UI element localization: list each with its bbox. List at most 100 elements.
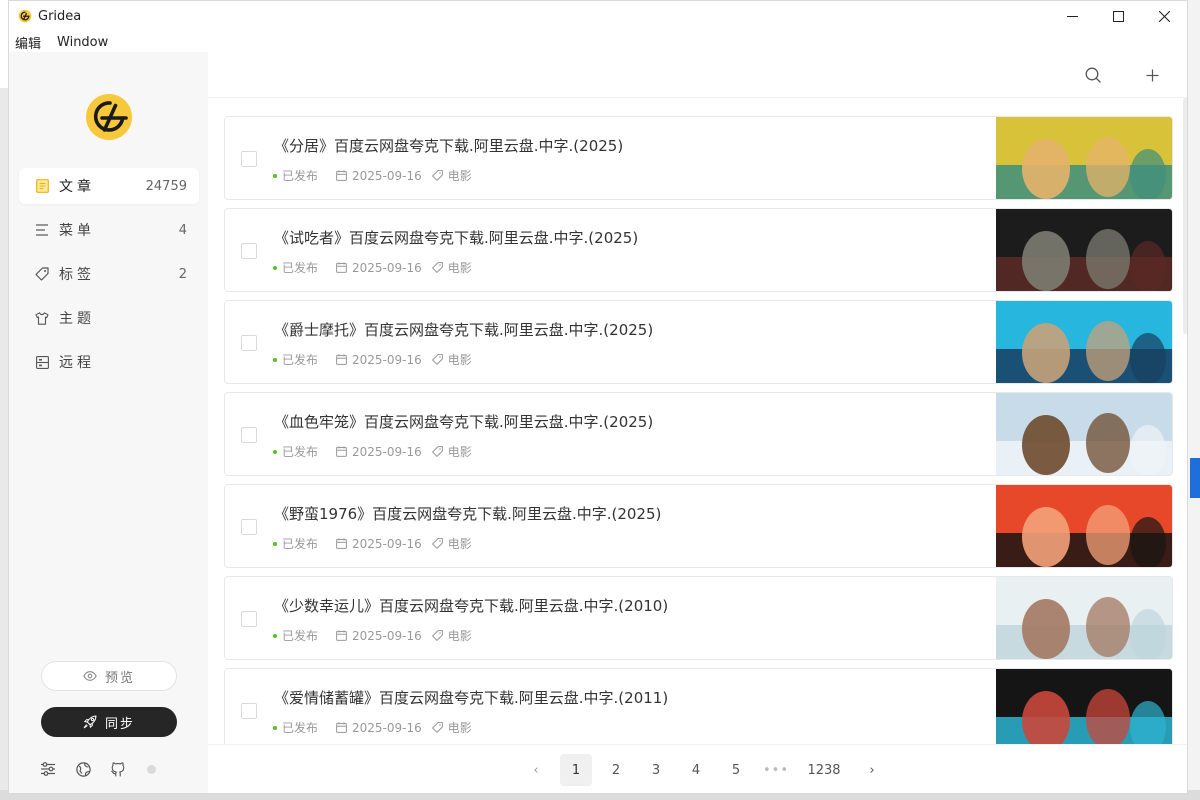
post-title[interactable]: 《分居》百度云网盘夸克下载.阿里云盘.中字.(2025) xyxy=(274,135,623,156)
sidebar-item-themes[interactable]: 主题 xyxy=(19,300,199,336)
post-status: 已发布 xyxy=(282,629,319,643)
post-list: 《分居》百度云网盘夸克下载.阿里云盘.中字.(2025) 已发布 2025-09… xyxy=(224,116,1173,760)
thumbnail-shape xyxy=(1130,149,1166,199)
post-checkbox[interactable] xyxy=(241,703,257,719)
post-checkbox[interactable] xyxy=(241,335,257,351)
globe-icon[interactable] xyxy=(74,760,92,778)
list-scrollbar[interactable] xyxy=(1183,98,1187,744)
post-meta: 已发布 2025-09-16 电影 xyxy=(273,167,472,184)
post-title[interactable]: 《野蛮1976》百度云网盘夸克下载.阿里云盘.中字.(2025) xyxy=(274,503,661,524)
post-title[interactable]: 《少数幸运儿》百度云网盘夸克下载.阿里云盘.中字.(2010) xyxy=(274,595,668,616)
search-icon[interactable] xyxy=(1084,66,1102,84)
plus-icon[interactable] xyxy=(1143,66,1161,84)
background-blue-mark xyxy=(1190,458,1200,498)
post-date: 2025-09-16 xyxy=(352,536,422,551)
page-button-last[interactable]: 1238 xyxy=(800,754,848,786)
preview-button[interactable]: 预览 xyxy=(41,661,177,691)
published-dot xyxy=(273,633,277,638)
post-card[interactable]: 《试吃者》百度云网盘夸克下载.阿里云盘.中字.(2025) 已发布 2025-0… xyxy=(224,208,1173,292)
post-checkbox[interactable] xyxy=(241,427,257,443)
post-card[interactable]: 《爵士摩托》百度云网盘夸克下载.阿里云盘.中字.(2025) 已发布 2025-… xyxy=(224,300,1173,384)
post-date: 2025-09-16 xyxy=(352,720,422,735)
main-content: 《分居》百度云网盘夸克下载.阿里云盘.中字.(2025) 已发布 2025-09… xyxy=(208,52,1187,793)
article-icon xyxy=(35,179,49,193)
tag-icon xyxy=(35,267,49,281)
post-tag: 电影 xyxy=(447,537,472,551)
sidebar-item-label: 文章 xyxy=(59,179,95,195)
page-button-4[interactable]: 4 xyxy=(680,754,712,786)
tag-icon xyxy=(431,722,443,733)
post-meta: 已发布 2025-09-16 电影 xyxy=(273,259,472,276)
page-button-2[interactable]: 2 xyxy=(600,754,632,786)
close-button[interactable] xyxy=(1141,1,1187,31)
post-card[interactable]: 《少数幸运儿》百度云网盘夸克下载.阿里云盘.中字.(2010) 已发布 2025… xyxy=(224,576,1173,660)
sidebar-item-label: 标签 xyxy=(59,267,95,283)
post-title[interactable]: 《试吃者》百度云网盘夸克下载.阿里云盘.中字.(2025) xyxy=(274,227,638,248)
tag-icon xyxy=(431,354,443,365)
post-title[interactable]: 《爵士摩托》百度云网盘夸克下载.阿里云盘.中字.(2025) xyxy=(274,319,653,340)
post-thumbnail xyxy=(996,301,1172,383)
thumbnail-shape xyxy=(1086,137,1130,197)
page-ellipsis[interactable]: ••• xyxy=(760,754,792,786)
github-icon[interactable] xyxy=(109,760,127,778)
sync-button[interactable]: 同步 xyxy=(41,707,177,737)
scrollbar-thumb[interactable] xyxy=(1183,98,1187,334)
thumbnail-shape xyxy=(1130,517,1166,567)
app-logo-icon xyxy=(18,9,32,23)
post-card[interactable]: 《分居》百度云网盘夸克下载.阿里云盘.中字.(2025) 已发布 2025-09… xyxy=(224,116,1173,200)
post-thumbnail xyxy=(996,669,1172,751)
post-status: 已发布 xyxy=(282,445,319,459)
post-meta: 已发布 2025-09-16 电影 xyxy=(273,627,472,644)
sync-label: 同步 xyxy=(104,716,135,732)
post-status: 已发布 xyxy=(282,537,319,551)
sidebar-item-articles[interactable]: 文章 24759 xyxy=(19,168,199,204)
app-window: Gridea 编辑 Window 文章 24759 菜单 4 标签 2 主题 远… xyxy=(8,0,1188,794)
maximize-button[interactable] xyxy=(1095,1,1141,31)
gridea-logo-icon xyxy=(86,94,132,140)
post-card[interactable]: 《血色牢笼》百度云网盘夸克下载.阿里云盘.中字.(2025) 已发布 2025-… xyxy=(224,392,1173,476)
menu-edit[interactable]: 编辑 xyxy=(15,33,41,52)
sidebar-item-tags[interactable]: 标签 2 xyxy=(19,256,199,292)
thumbnail-shape xyxy=(1022,599,1070,659)
minimize-icon xyxy=(1066,15,1078,17)
eye-icon xyxy=(83,671,97,681)
post-title[interactable]: 《爱情储蓄罐》百度云网盘夸克下载.阿里云盘.中字.(2011) xyxy=(274,687,668,708)
tag-icon xyxy=(431,262,443,273)
post-card[interactable]: 《野蛮1976》百度云网盘夸克下载.阿里云盘.中字.(2025) 已发布 202… xyxy=(224,484,1173,568)
post-checkbox[interactable] xyxy=(241,611,257,627)
post-date: 2025-09-16 xyxy=(352,168,422,183)
post-thumbnail xyxy=(996,485,1172,567)
menu-window[interactable]: Window xyxy=(57,35,108,50)
minimize-button[interactable] xyxy=(1049,1,1095,31)
published-dot xyxy=(273,357,277,362)
post-title[interactable]: 《血色牢笼》百度云网盘夸克下载.阿里云盘.中字.(2025) xyxy=(274,411,653,432)
post-meta: 已发布 2025-09-16 电影 xyxy=(273,351,472,368)
connection-status-dot xyxy=(147,764,156,774)
tag-icon xyxy=(431,630,443,641)
post-tag: 电影 xyxy=(447,353,472,367)
page-button-3[interactable]: 3 xyxy=(640,754,672,786)
post-meta: 已发布 2025-09-16 电影 xyxy=(273,719,472,736)
prev-page-button[interactable]: ‹ xyxy=(520,754,552,786)
thumbnail-shape xyxy=(1130,241,1166,291)
page-button-1[interactable]: 1 xyxy=(560,754,592,786)
window-controls xyxy=(1049,1,1187,31)
pagination: ‹ 1 2 3 4 5 ••• 1238 › xyxy=(208,744,1187,793)
post-checkbox[interactable] xyxy=(241,243,257,259)
page-button-5[interactable]: 5 xyxy=(720,754,752,786)
post-card[interactable]: 《爱情储蓄罐》百度云网盘夸克下载.阿里云盘.中字.(2011) 已发布 2025… xyxy=(224,668,1173,752)
post-thumbnail xyxy=(996,117,1172,199)
sidebar-item-label: 菜单 xyxy=(59,223,95,239)
post-checkbox[interactable] xyxy=(241,151,257,167)
sidebar-item-menus[interactable]: 菜单 4 xyxy=(19,212,199,248)
settings-icon[interactable] xyxy=(39,760,57,778)
thumbnail-shape xyxy=(1086,689,1130,749)
thumbnail-shape xyxy=(1086,597,1130,657)
sidebar-item-remote[interactable]: 远程 xyxy=(19,344,199,380)
post-status: 已发布 xyxy=(282,261,319,275)
post-checkbox[interactable] xyxy=(241,519,257,535)
sidebar-item-count: 2 xyxy=(178,266,187,282)
close-icon xyxy=(1158,10,1170,22)
next-page-button[interactable]: › xyxy=(856,754,888,786)
thumbnail-shape xyxy=(1022,415,1070,475)
